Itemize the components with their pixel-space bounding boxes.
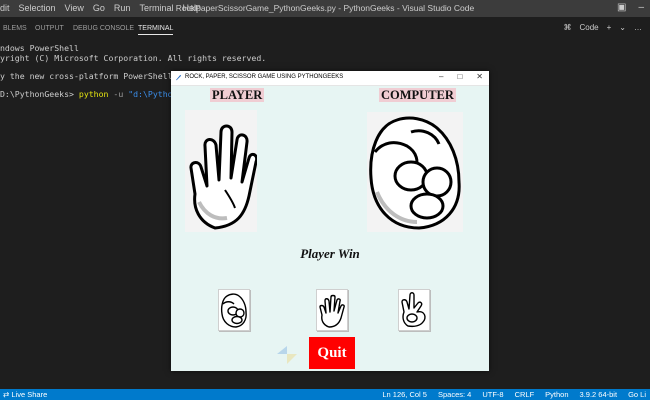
chevron-down-icon[interactable]: ⌄ xyxy=(619,23,626,32)
status-eol[interactable]: CRLF xyxy=(515,390,535,399)
status-interpreter[interactable]: 3.9.2 64-bit xyxy=(580,390,618,399)
terminal-prompt-line: D:\PythonGeeks> python -u "d:\PythonGee xyxy=(0,89,192,99)
close-icon[interactable]: ✕ xyxy=(476,72,483,81)
vscode-window-controls: ▣ – xyxy=(617,2,644,13)
live-share-button[interactable]: ⇄ Live Share xyxy=(3,390,47,399)
minimize-icon[interactable]: – xyxy=(638,2,644,13)
terminal-shell-icon: ⌘ xyxy=(563,23,572,32)
terminal-flag: -u xyxy=(113,89,124,99)
rock-icon xyxy=(220,293,247,328)
game-body: PLAYER COMPUTER Player Win Quit xyxy=(171,86,489,371)
computer-label: COMPUTER xyxy=(379,88,456,102)
tab-problems[interactable]: BLEMS xyxy=(3,25,27,32)
rock-button[interactable] xyxy=(218,289,250,331)
live-share-label: Live Share xyxy=(11,390,48,399)
scissor-button[interactable] xyxy=(398,289,430,331)
terminal-actions: ⌘ Code + ⌄ … xyxy=(564,23,643,32)
result-text: Player Win xyxy=(300,246,360,261)
vscode-titlebar: dit Selection View Go Run Terminal Help … xyxy=(0,0,650,17)
game-window-title: ROCK, PAPER, SCISSOR GAME USING PYTHONGE… xyxy=(185,74,344,80)
status-language[interactable]: Python xyxy=(545,390,568,399)
status-encoding[interactable]: UTF-8 xyxy=(482,390,503,399)
layout-icon[interactable]: ▣ xyxy=(617,2,626,13)
paper-hand-icon xyxy=(189,124,259,230)
status-bar: ⇄ Live Share Ln 126, Col 5 Spaces: 4 UTF… xyxy=(0,389,650,400)
terminal-line: ndows PowerShell xyxy=(0,43,79,53)
terminal-prompt: D:\PythonGeeks> xyxy=(0,89,74,99)
terminal-shell-label[interactable]: Code xyxy=(580,23,599,32)
player-choice-image xyxy=(185,110,259,232)
paper-button[interactable] xyxy=(316,289,348,331)
maximize-icon[interactable]: □ xyxy=(457,72,462,81)
player-label: PLAYER xyxy=(210,88,265,102)
quit-button[interactable]: Quit xyxy=(309,337,355,369)
vscode-window-title: RockPaperScissorGame_PythonGeeks.py - Py… xyxy=(175,3,475,13)
game-titlebar: ROCK, PAPER, SCISSOR GAME USING PYTHONGE… xyxy=(171,71,489,86)
pythongeeks-watermark-icon xyxy=(277,346,297,364)
terminal-command: python xyxy=(78,89,109,99)
feather-icon xyxy=(175,74,182,81)
status-indentation[interactable]: Spaces: 4 xyxy=(438,390,471,399)
status-cursor-position[interactable]: Ln 126, Col 5 xyxy=(382,390,427,399)
tab-terminal[interactable]: TERMINAL xyxy=(138,25,174,35)
computer-choice-image xyxy=(367,112,463,232)
game-window-controls: – □ ✕ xyxy=(439,72,483,81)
tab-output[interactable]: OUTPUT xyxy=(35,25,64,32)
minimize-icon[interactable]: – xyxy=(439,72,443,81)
more-actions-icon[interactable]: … xyxy=(634,23,642,32)
rock-fist-icon xyxy=(369,116,461,230)
status-right: Ln 126, Col 5 Spaces: 4 UTF-8 CRLF Pytho… xyxy=(382,390,646,399)
panel-tabs: BLEMS OUTPUT DEBUG CONSOLE TERMINAL ⌘ Co… xyxy=(0,17,650,39)
scissor-icon xyxy=(401,292,426,328)
terminal-line: yright (C) Microsoft Corporation. All ri… xyxy=(0,53,267,63)
live-share-icon: ⇄ xyxy=(3,390,10,399)
game-window: ROCK, PAPER, SCISSOR GAME USING PYTHONGE… xyxy=(171,71,489,371)
paper-icon xyxy=(319,294,345,328)
terminal-line: y the new cross-platform PowerShell http xyxy=(0,71,198,81)
tab-debug-console[interactable]: DEBUG CONSOLE xyxy=(73,25,134,32)
new-terminal-icon[interactable]: + xyxy=(607,23,612,32)
status-go-live[interactable]: Go Li xyxy=(628,390,646,399)
